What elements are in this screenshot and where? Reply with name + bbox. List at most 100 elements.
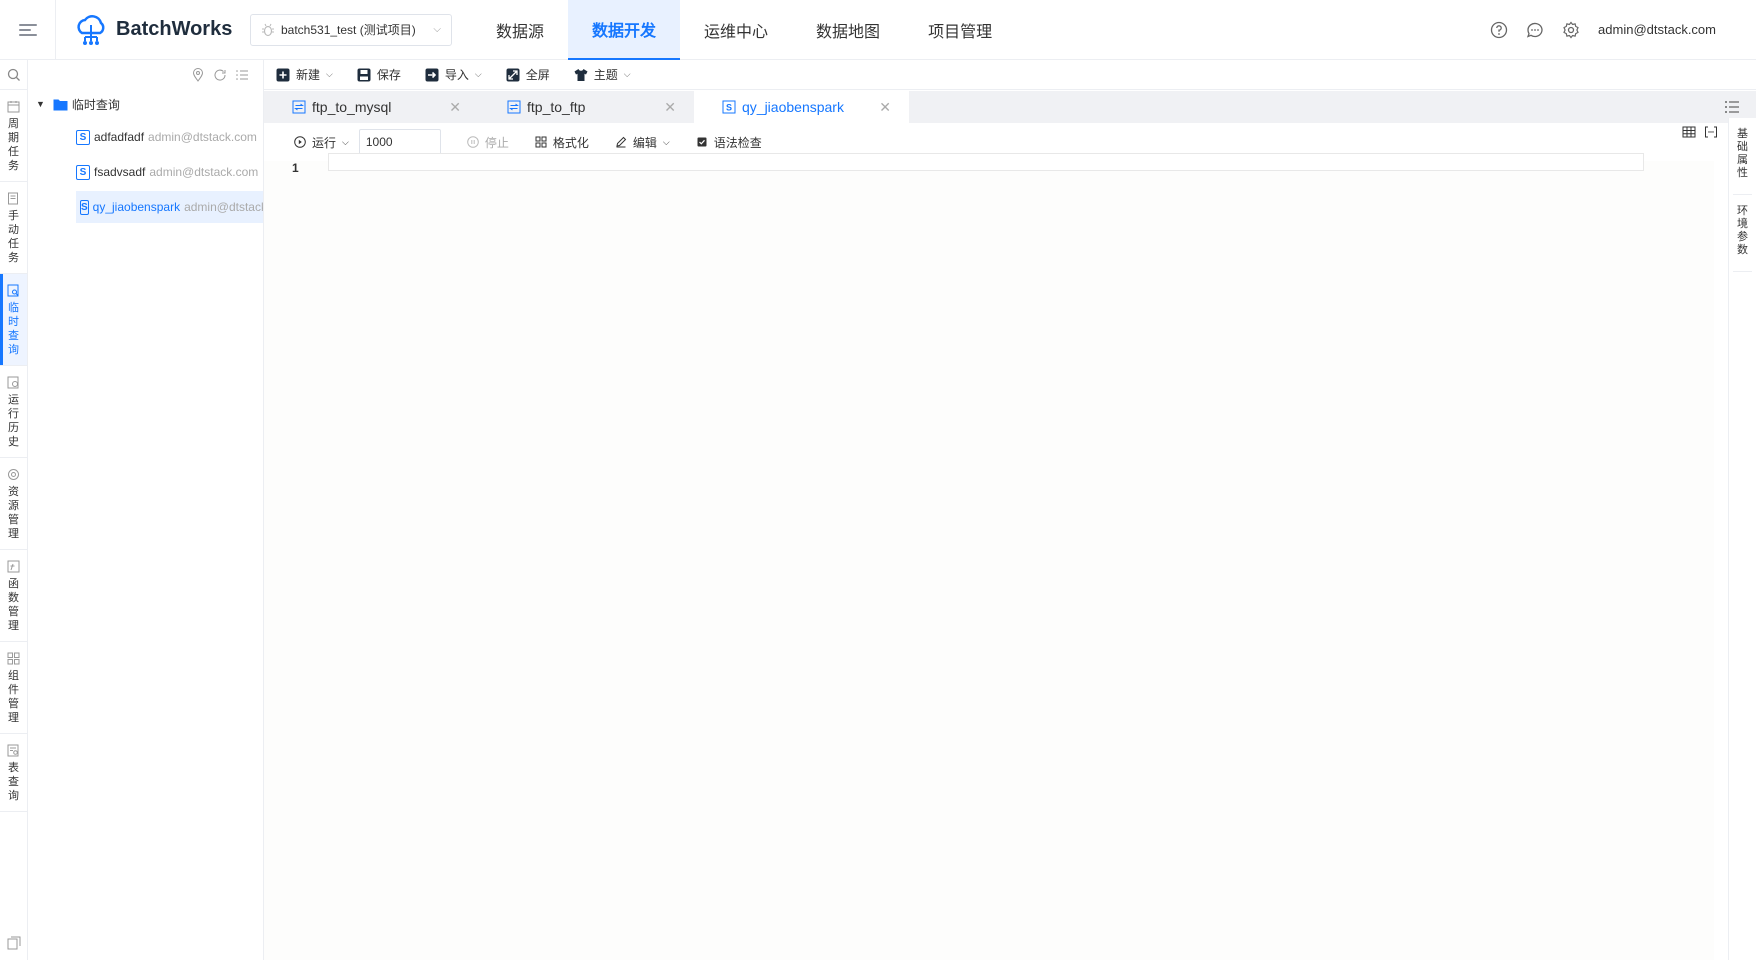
tab-label: ftp_to_mysql [312,99,392,115]
function-icon [7,560,20,573]
nav-item-operations[interactable]: 运维中心 [680,0,792,60]
play-circle-icon [294,136,306,148]
message-icon[interactable] [1526,21,1544,39]
tree-file-item-selected[interactable]: S qy_jiaobenspark admin@dtstack.com [76,191,263,223]
rail-divider [1733,271,1752,272]
file-name: adfadfadf [94,130,145,144]
edit-button[interactable]: 编辑 ⌵ [615,134,670,151]
code-brackets-icon[interactable] [1704,125,1718,139]
import-icon [425,68,439,81]
component-icon [7,652,20,665]
shirt-icon [574,68,588,81]
tab-ftp-to-ftp[interactable]: ftp_to_ftp ✕ [479,91,694,123]
tab-list-icon[interactable] [1724,99,1740,115]
file-owner: admin@dtstack.com [184,200,263,214]
collapse-panel-icon[interactable] [7,936,21,950]
file-owner: admin@dtstack.com [149,165,259,179]
sidebar-item-label: 资源管理 [8,486,19,540]
save-button-label: 保存 [376,68,401,82]
save-button[interactable]: 保存 [357,66,401,83]
sidebar-item-table-query[interactable]: 表查询 [0,734,27,812]
app-logo[interactable]: BatchWorks [74,13,240,47]
bug-icon [262,23,274,36]
sidebar-item-resource-management[interactable]: 资源管理 [0,458,27,550]
plus-square-icon [276,68,290,81]
tab-qy-jiaobenspark[interactable]: S qy_jiaobenspark ✕ [694,91,909,123]
theme-button[interactable]: 主题 ⌵ [574,66,631,83]
history-icon [7,376,19,389]
chevron-down-icon: ⌵ [326,69,333,79]
search-icon [7,68,20,81]
nav-item-datasource[interactable]: 数据源 [472,0,568,60]
file-name: fsadvsadf [94,165,146,179]
tree-toolbar [28,60,263,90]
tab-ftp-to-mysql[interactable]: ftp_to_mysql ✕ [264,91,479,123]
calendar-icon [7,101,20,113]
settings-gear-icon[interactable] [1562,21,1580,39]
format-button[interactable]: 格式化 [535,134,589,151]
stop-button[interactable]: 停止 [467,134,509,151]
left-icon-sidebar: 周期任务 手动任务 临时查询 运行历史 资源管理 函数管理 组件管理 表查询 [0,60,28,960]
main-nav: 数据源 数据开发 运维中心 数据地图 项目管理 [472,0,1016,60]
sidebar-item-label: 函数管理 [8,578,19,632]
script-s-icon: S [80,199,89,215]
sidebar-item-periodic-task[interactable]: 周期任务 [0,90,27,182]
import-button[interactable]: 导入 ⌵ [425,66,482,83]
code-editor[interactable]: 1 [264,153,1714,960]
user-account[interactable]: admin@dtstack.com [1598,22,1716,37]
app-name: BatchWorks [116,18,233,40]
chevron-down-icon: ⌵ [623,69,631,79]
tree-folder-label: 临时查询 [71,97,120,112]
tree-file-item[interactable]: S adfadfadf admin@dtstack.com [28,121,263,153]
run-button[interactable]: 运行 ⌵ [294,134,349,151]
file-name: qy_jiaobenspark [92,200,181,214]
folder-icon [53,99,68,110]
close-icon[interactable]: ✕ [449,99,461,116]
script-s-icon: S [722,100,736,114]
caret-down-icon[interactable]: ▼ [36,99,45,109]
nav-item-data-development[interactable]: 数据开发 [568,0,681,60]
menu-toggle-button[interactable] [0,0,56,60]
help-icon[interactable] [1490,21,1508,39]
chevron-down-icon: ⌵ [342,136,349,147]
save-icon [357,68,371,81]
sidebar-item-component-management[interactable]: 组件管理 [0,642,27,734]
rail-tab-basic-properties[interactable]: 基础属性 [1736,128,1749,180]
rail-divider [1733,194,1752,195]
tab-label: ftp_to_ftp [527,99,586,115]
format-grid-icon [535,136,547,148]
file-tree-panel: ▼ 临时查询 S adfadfadf admin@dtstack.com S f… [28,60,264,960]
top-header: BatchWorks batch531_test (测试项目) ⌵ 数据源 数据… [0,0,1756,60]
close-icon[interactable]: ✕ [879,99,891,116]
locate-icon[interactable] [191,68,205,82]
rail-tab-env-params[interactable]: 环境参数 [1736,205,1749,257]
nav-item-project-management[interactable]: 项目管理 [904,0,1016,60]
file-toolbar: 新建 ⌵ 保存 导入 ⌵ 全屏 主题 ⌵ [264,60,1756,90]
editor-view-toggles [1682,125,1718,139]
close-icon[interactable]: ✕ [664,99,676,116]
project-selector[interactable]: batch531_test (测试项目) ⌵ [250,13,452,46]
tree-file-item[interactable]: S fsadvsadf admin@dtstack.com [28,156,263,188]
sidebar-item-label: 表查询 [8,762,19,802]
row-limit-input[interactable] [358,129,441,155]
sidebar-item-function-management[interactable]: 函数管理 [0,550,27,642]
hamburger-icon [18,21,37,39]
nav-item-data-map[interactable]: 数据地图 [792,0,904,60]
chevron-down-icon: ⌵ [433,24,441,35]
list-icon[interactable] [235,68,249,82]
sidebar-item-run-history[interactable]: 运行历史 [0,366,27,458]
fullscreen-button-label: 全屏 [525,68,550,82]
new-button[interactable]: 新建 ⌵ [276,66,333,83]
sidebar-item-manual-task[interactable]: 手动任务 [0,182,27,274]
sidebar-search-button[interactable] [0,60,27,90]
right-properties-rail: 基础属性 环境参数 [1728,118,1756,960]
syntax-check-button[interactable]: 语法检查 [696,134,762,151]
table-grid-icon[interactable] [1682,125,1696,139]
fullscreen-button[interactable]: 全屏 [506,66,550,83]
tree-folder-temp-query[interactable]: ▼ 临时查询 [28,90,263,118]
sidebar-item-temp-query[interactable]: 临时查询 [0,274,27,366]
refresh-icon[interactable] [213,68,227,82]
sidebar-item-label: 周期任务 [8,118,19,172]
sidebar-item-label: 组件管理 [8,670,19,724]
current-line-highlight[interactable] [328,153,1644,171]
